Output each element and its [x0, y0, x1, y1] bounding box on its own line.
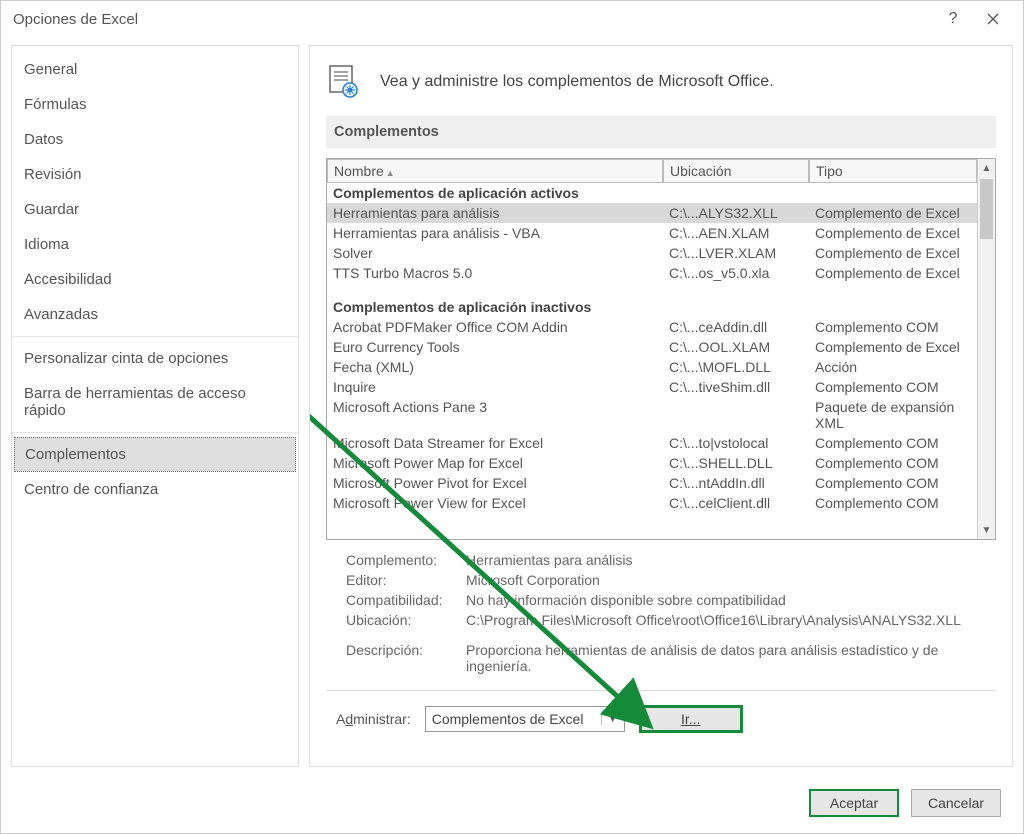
sidebar-item-centro-de-confianza[interactable]: Centro de confianza [12, 472, 298, 507]
table-row[interactable]: Herramientas para análisisC:\...ALYS32.X… [327, 203, 977, 223]
scroll-down-button[interactable]: ▼ [978, 521, 995, 539]
table-row[interactable]: Microsoft Power Map for ExcelC:\...SHELL… [327, 453, 977, 473]
sidebar: GeneralFórmulasDatosRevisiónGuardarIdiom… [11, 45, 299, 767]
title-bar: Opciones de Excel ? [1, 1, 1023, 37]
detail-desc-label: Descripción: [346, 642, 466, 674]
detail-compat-label: Compatibilidad: [346, 592, 466, 608]
detail-editor-label: Editor: [346, 572, 466, 588]
col-header-name[interactable]: Nombre▲ [327, 159, 663, 183]
detail-addin-label: Complemento: [346, 552, 466, 568]
manage-label: Administrar: [336, 711, 411, 727]
sidebar-item-revisi-n[interactable]: Revisión [12, 157, 298, 192]
scroll-thumb[interactable] [980, 179, 993, 239]
table-row[interactable]: InquireC:\...tiveShim.dllComplemento COM [327, 377, 977, 397]
detail-editor-value: Microsoft Corporation [466, 572, 976, 588]
detail-loc-label: Ubicación: [346, 612, 466, 628]
group-header: Complementos de aplicación inactivos [327, 297, 977, 317]
addins-icon [326, 64, 362, 100]
help-button[interactable]: ? [933, 4, 973, 34]
col-header-location[interactable]: Ubicación [663, 159, 809, 183]
sidebar-item-idioma[interactable]: Idioma [12, 227, 298, 262]
group-header: Complementos de aplicación activos [327, 183, 977, 203]
details-pane: Complemento:Herramientas para análisis E… [326, 540, 996, 682]
table-row[interactable]: SolverC:\...LVER.XLAMComplemento de Exce… [327, 243, 977, 263]
sidebar-item-personalizar-cinta-de-opciones[interactable]: Personalizar cinta de opciones [12, 341, 298, 376]
go-button[interactable]: Ir... [639, 705, 743, 733]
sidebar-item-barra-de-herramientas-de-acceso-r-pido[interactable]: Barra de herramientas de acceso rápido [12, 376, 298, 428]
table-row[interactable]: Microsoft Power Pivot for ExcelC:\...ntA… [327, 473, 977, 493]
chevron-down-icon: ▼ [601, 714, 618, 725]
sidebar-item-general[interactable]: General [12, 52, 298, 87]
table-row[interactable]: Fecha (XML)C:\...\MOFL.DLLAcción [327, 357, 977, 377]
table-row[interactable]: Euro Currency ToolsC:\...OOL.XLAMComplem… [327, 337, 977, 357]
col-header-type[interactable]: Tipo [809, 159, 977, 183]
sidebar-item-avanzadas[interactable]: Avanzadas [12, 297, 298, 332]
table-row[interactable]: Acrobat PDFMaker Office COM AddinC:\...c… [327, 317, 977, 337]
table-row[interactable]: Microsoft Power View for ExcelC:\...celC… [327, 493, 977, 513]
main-panel: Vea y administre los complementos de Mic… [309, 45, 1013, 767]
addins-table: Nombre▲ Ubicación Tipo Complementos de a… [326, 158, 996, 540]
sidebar-item-guardar[interactable]: Guardar [12, 192, 298, 227]
ok-button[interactable]: Aceptar [809, 789, 899, 817]
page-header: Vea y administre los complementos de Mic… [380, 73, 774, 91]
scroll-up-button[interactable]: ▲ [978, 159, 995, 177]
detail-addin-value: Herramientas para análisis [466, 552, 976, 568]
manage-dropdown[interactable]: Complementos de Excel ▼ [425, 706, 625, 732]
cancel-button[interactable]: Cancelar [911, 789, 1001, 817]
window-title: Opciones de Excel [11, 11, 933, 28]
table-row[interactable]: TTS Turbo Macros 5.0C:\...os_v5.0.xlaCom… [327, 263, 977, 283]
sidebar-item-datos[interactable]: Datos [12, 122, 298, 157]
table-row[interactable]: Microsoft Actions Pane 3Paquete de expan… [327, 397, 977, 433]
vertical-scrollbar[interactable]: ▲ ▼ [977, 159, 995, 539]
table-row[interactable]: Herramientas para análisis - VBAC:\...AE… [327, 223, 977, 243]
detail-loc-value: C:\Program Files\Microsoft Office\root\O… [466, 612, 976, 628]
detail-compat-value: No hay información disponible sobre comp… [466, 592, 976, 608]
sort-asc-icon: ▲ [386, 168, 395, 178]
dialog-footer: Aceptar Cancelar [1, 779, 1023, 817]
close-button[interactable] [973, 4, 1013, 34]
sidebar-item-accesibilidad[interactable]: Accesibilidad [12, 262, 298, 297]
detail-desc-value: Proporciona herramientas de análisis de … [466, 642, 976, 674]
sidebar-item-complementos[interactable]: Complementos [14, 437, 296, 472]
manage-dropdown-value: Complementos de Excel [432, 711, 584, 727]
table-row[interactable]: Microsoft Data Streamer for ExcelC:\...t… [327, 433, 977, 453]
sidebar-item-f-rmulas[interactable]: Fórmulas [12, 87, 298, 122]
section-title: Complementos [326, 116, 996, 148]
